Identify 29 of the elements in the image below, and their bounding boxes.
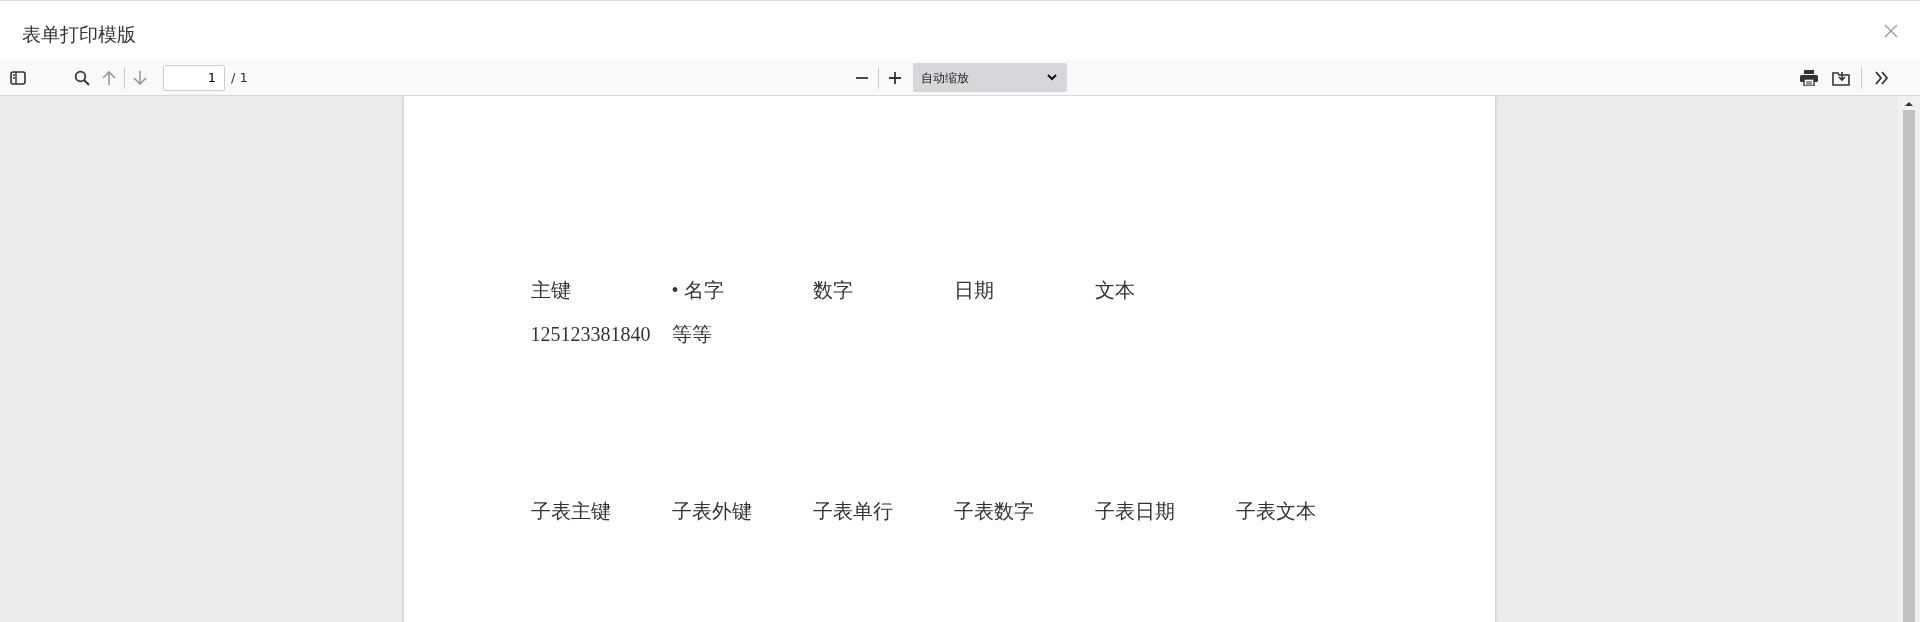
table-cell-text: 数字 bbox=[812, 277, 854, 303]
sidebar-icon bbox=[10, 70, 26, 85]
search-icon bbox=[74, 69, 90, 86]
window-title: 表单打印模版 bbox=[22, 21, 137, 47]
table-cell-text: 125123381840 bbox=[530, 322, 652, 346]
folder-download-icon bbox=[1832, 69, 1850, 86]
page-count: / 1 bbox=[231, 70, 248, 85]
table-cell-text: 子表外键 bbox=[671, 498, 753, 524]
table-cell-text: 子表主键 bbox=[530, 498, 612, 524]
zoom-select[interactable]: 自动缩放 bbox=[913, 63, 1067, 92]
table-cell-text: 子表文本 bbox=[1235, 498, 1317, 524]
minus-icon bbox=[855, 76, 869, 79]
double-chevron-icon bbox=[1875, 70, 1889, 85]
table-cell-text: 文本 bbox=[1094, 277, 1136, 303]
table-cell-text: 日期 bbox=[953, 277, 995, 303]
page-number-field[interactable]: 1 bbox=[163, 64, 225, 91]
printer-icon bbox=[1800, 69, 1818, 86]
table-cell-text: 子表单行 bbox=[812, 498, 894, 524]
table-cell-text: 等等 bbox=[671, 321, 713, 347]
chevron-down-icon bbox=[1047, 74, 1057, 81]
plus-icon bbox=[888, 70, 902, 85]
table-cell-text: • 名字 bbox=[671, 277, 725, 303]
table-cell-text: 子表数字 bbox=[953, 498, 1035, 524]
table-cell-text: 主键 bbox=[530, 277, 572, 303]
close-button[interactable] bbox=[1884, 23, 1898, 38]
down-arrow-icon bbox=[133, 69, 147, 86]
up-arrow-icon bbox=[102, 69, 116, 86]
table-cell-text: 子表日期 bbox=[1094, 498, 1176, 524]
up-triangle-icon[interactable] bbox=[1905, 102, 1913, 106]
